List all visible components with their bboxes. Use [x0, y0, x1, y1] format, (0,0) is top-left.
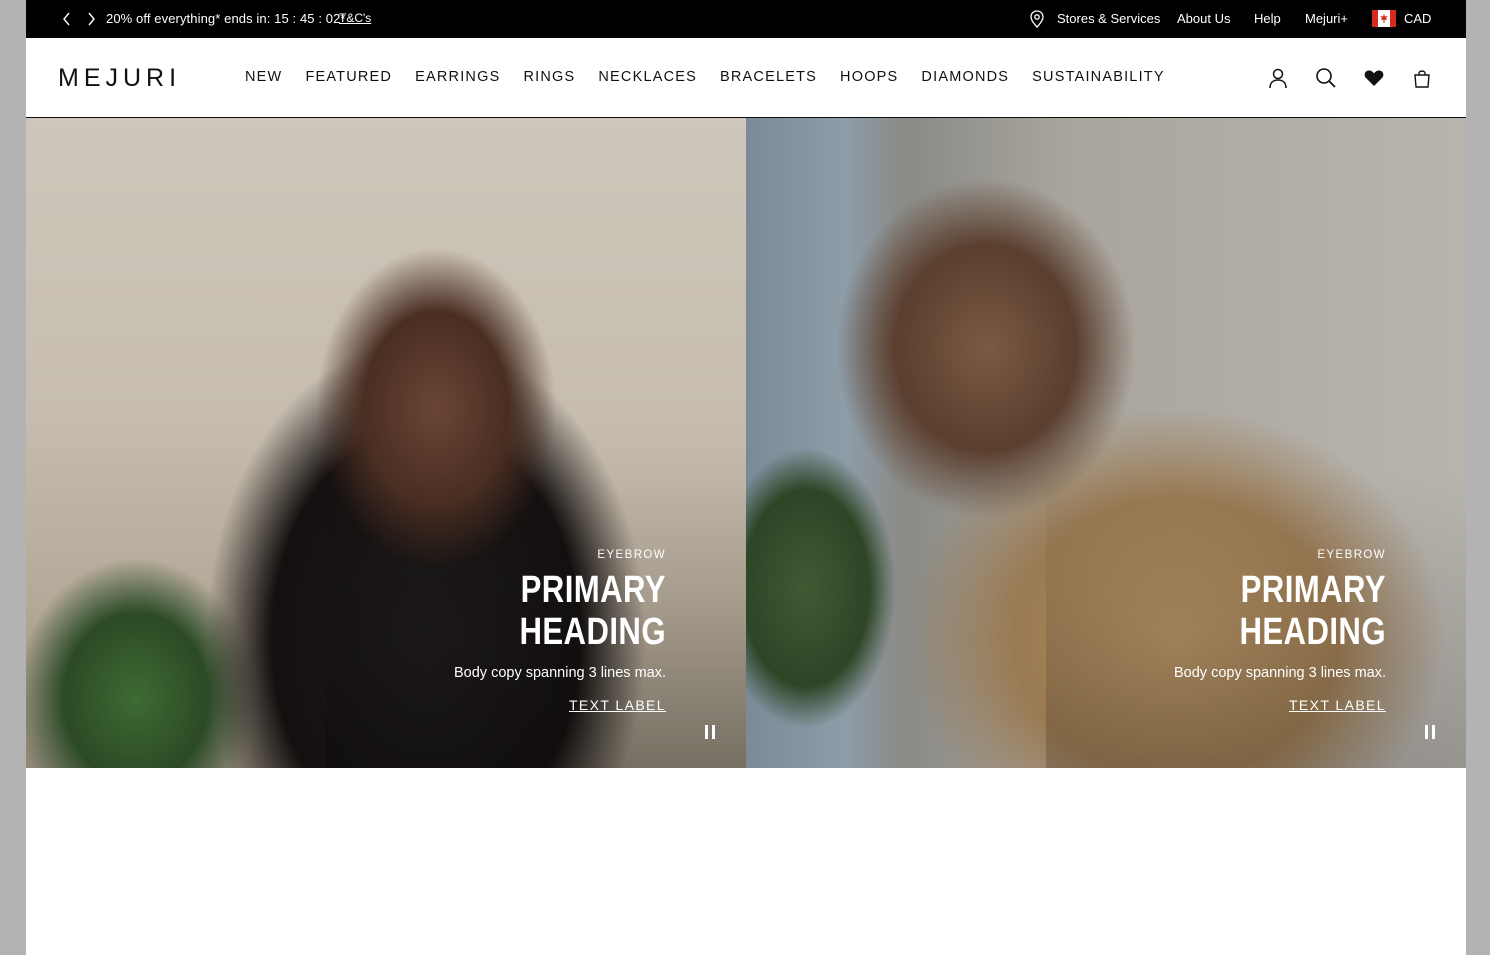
hero-cta-link[interactable]: TEXT LABEL [1289, 697, 1386, 713]
nav-item-sustainability[interactable]: SUSTAINABILITY [1032, 69, 1165, 85]
about-us-link[interactable]: About Us [1177, 11, 1230, 26]
brand-logo[interactable]: MEJURI [58, 64, 181, 93]
hero-cta-link[interactable]: TEXT LABEL [569, 697, 666, 713]
main-nav: NEW FEATURED EARRINGS RINGS NECKLACES BR… [245, 69, 1188, 85]
nav-item-new[interactable]: NEW [245, 69, 282, 85]
hero-heading: PRIMARY HEADING [1239, 569, 1386, 653]
shopping-bag-icon[interactable] [1411, 67, 1433, 89]
chevron-left-icon[interactable] [60, 11, 74, 27]
canada-flag-icon[interactable] [1372, 10, 1396, 27]
nav-item-bracelets[interactable]: BRACELETS [720, 69, 817, 85]
hero-copy-right: EYEBROW PRIMARY HEADING Body copy spanni… [1026, 549, 1386, 715]
hero-panel-left[interactable]: EYEBROW PRIMARY HEADING Body copy spanni… [26, 118, 746, 768]
nav-item-featured[interactable]: FEATURED [305, 69, 392, 85]
page-frame: 20% off everything* ends in: 15 : 45 : 0… [26, 0, 1466, 955]
pause-icon[interactable] [705, 725, 717, 739]
heart-icon[interactable] [1363, 67, 1385, 89]
nav-item-hoops[interactable]: HOOPS [840, 69, 898, 85]
announcement-bar: 20% off everything* ends in: 15 : 45 : 0… [26, 0, 1466, 38]
terms-link[interactable]: T&C's [339, 11, 371, 25]
mejuri-plus-link[interactable]: Mejuri+ [1305, 11, 1348, 26]
hero-eyebrow: EYEBROW [1317, 549, 1386, 561]
hero-eyebrow: EYEBROW [597, 549, 666, 561]
nav-item-earrings[interactable]: EARRINGS [415, 69, 500, 85]
pause-icon[interactable] [1425, 725, 1437, 739]
user-icon[interactable] [1267, 67, 1289, 89]
nav-item-rings[interactable]: RINGS [523, 69, 575, 85]
hero-body: Body copy spanning 3 lines max. [454, 665, 666, 681]
location-pin-icon [1030, 10, 1044, 31]
nav-item-necklaces[interactable]: NECKLACES [598, 69, 697, 85]
chevron-right-icon[interactable] [84, 11, 98, 27]
search-icon[interactable] [1315, 67, 1337, 89]
help-link[interactable]: Help [1254, 11, 1281, 26]
hero-panel-right[interactable]: EYEBROW PRIMARY HEADING Body copy spanni… [746, 118, 1466, 768]
nav-item-diamonds[interactable]: DIAMONDS [921, 69, 1009, 85]
hero-copy-left: EYEBROW PRIMARY HEADING Body copy spanni… [306, 549, 666, 715]
stores-services-link[interactable]: Stores & Services [1057, 11, 1160, 26]
promo-countdown-text: 20% off everything* ends in: 15 : 45 : 0… [106, 11, 346, 26]
hero-heading: PRIMARY HEADING [519, 569, 666, 653]
hero-banner: EYEBROW PRIMARY HEADING Body copy spanni… [26, 118, 1466, 768]
currency-selector[interactable]: CAD [1404, 11, 1431, 26]
main-header: MEJURI NEW FEATURED EARRINGS RINGS NECKL… [26, 38, 1466, 118]
hero-body: Body copy spanning 3 lines max. [1174, 665, 1386, 681]
